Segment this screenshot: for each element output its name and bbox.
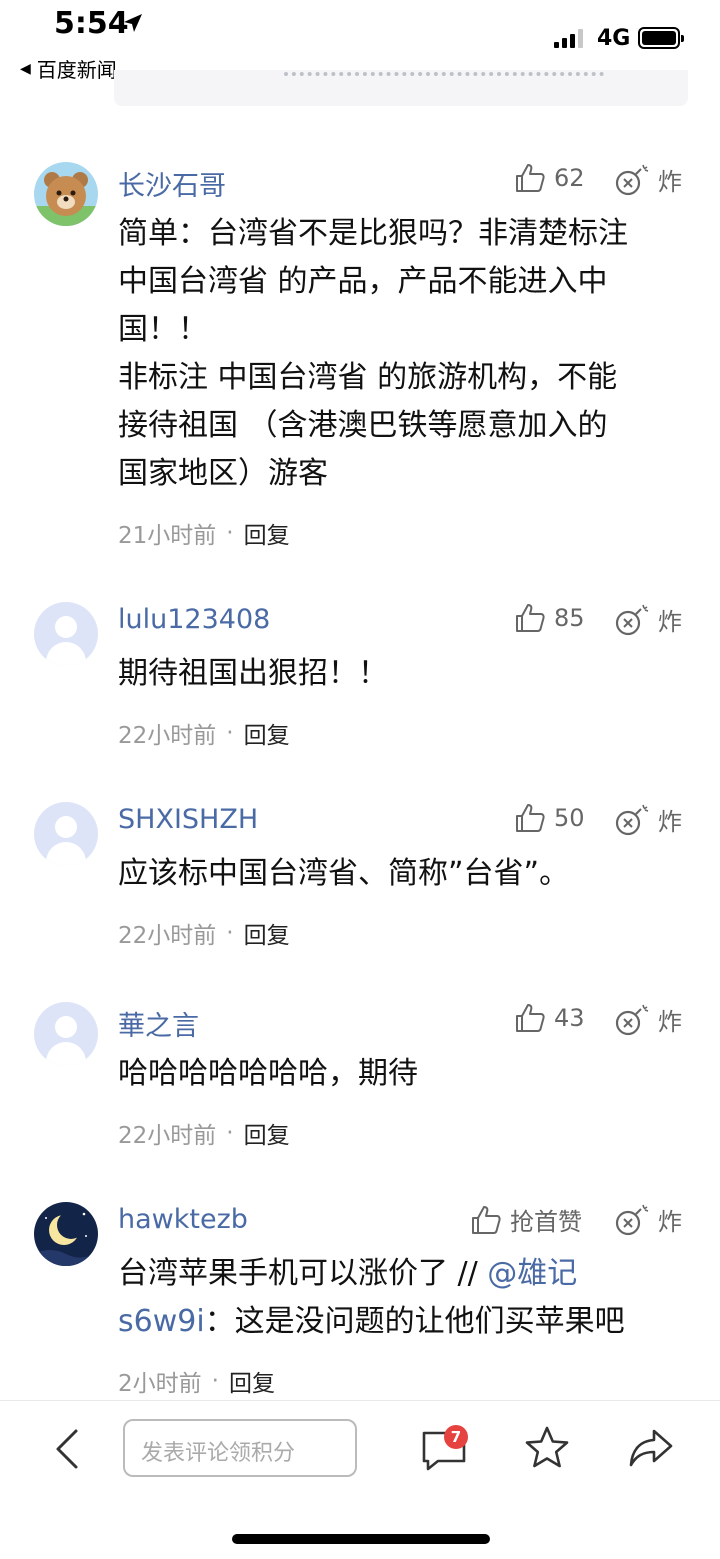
username[interactable]: 華之言 <box>118 1004 199 1043</box>
bomb-icon <box>615 1204 649 1235</box>
avatar[interactable] <box>34 1202 98 1266</box>
signal-icon <box>554 28 583 48</box>
comment-line: 非标注 中国台湾省 的旅游机构，不能 <box>118 360 618 395</box>
like-count: 62 <box>554 164 585 192</box>
back-triangle-icon: ◀ <box>20 60 31 77</box>
like-count: 50 <box>554 804 585 832</box>
thumbs-up-icon <box>516 804 545 832</box>
meta-separator: · <box>226 520 234 546</box>
back-arrow-icon[interactable] <box>48 1427 88 1471</box>
bomb-label: 炸 <box>658 808 682 836</box>
username[interactable]: lulu123408 <box>118 604 270 635</box>
comment-body: 简单：台湾省不是比狠吗？非清楚标注 中国台湾省 的产品，产品不能进入中 国！！ … <box>118 210 688 498</box>
comment-time: 22小时前 <box>118 1123 217 1149</box>
comment-meta: 21小时前 · 回复 <box>118 516 290 550</box>
meta-separator: · <box>211 1368 219 1394</box>
username[interactable]: SHXISHZH <box>118 804 258 835</box>
bomb-button[interactable]: 炸 <box>614 162 682 197</box>
like-button[interactable]: 抢首赞 <box>470 1202 582 1237</box>
battery-icon <box>638 27 684 49</box>
reply-link[interactable]: 回复 <box>244 516 290 550</box>
message-count-badge: 7 <box>444 1425 468 1449</box>
comment-text: ：这是没问题的让他们买苹果吧 <box>204 1304 625 1339</box>
bomb-button[interactable]: 炸 <box>614 1002 682 1037</box>
comment-body: 台湾苹果手机可以涨价了 // @雄记 s6w9i：这是没问题的让他们买苹果吧 <box>118 1250 688 1346</box>
username[interactable]: 长沙石哥 <box>118 164 226 203</box>
mention-link[interactable]: s6w9i <box>118 1304 205 1339</box>
comment-line: 简单：台湾省不是比狠吗？非清楚标注 <box>118 216 628 251</box>
bottom-toolbar: 发表评论领积分 7 <box>0 1400 720 1559</box>
status-time: 5:54 <box>54 6 129 41</box>
bomb-icon <box>615 1004 649 1035</box>
share-icon[interactable] <box>628 1425 674 1471</box>
bomb-icon <box>615 604 649 635</box>
comment-line: 国家地区）游客 <box>118 456 328 491</box>
comment-line: 中国台湾省 的产品，产品不能进入中 <box>118 264 608 299</box>
mention-link[interactable]: @雄记 <box>487 1256 577 1291</box>
comment-time: 22小时前 <box>118 723 217 749</box>
home-indicator[interactable] <box>232 1534 490 1544</box>
comment-body: 应该标中国台湾省、简称”台省”。 <box>118 856 570 891</box>
comment-body: 哈哈哈哈哈哈哈，期待 <box>118 1056 418 1091</box>
avatar[interactable] <box>34 602 98 666</box>
reply-link[interactable]: 回复 <box>229 1364 275 1398</box>
bomb-label: 炸 <box>658 1008 682 1036</box>
meta-separator: · <box>226 920 234 946</box>
network-type: 4G <box>597 26 631 51</box>
bomb-button[interactable]: 炸 <box>614 602 682 637</box>
comment-meta: 22小时前 · 回复 <box>118 1116 290 1150</box>
bomb-button[interactable]: 炸 <box>614 802 682 837</box>
back-to-app-link[interactable]: ◀ 百度新闻 <box>20 54 117 83</box>
comment-meta: 22小时前 · 回复 <box>118 716 290 750</box>
bomb-label: 炸 <box>658 1208 682 1236</box>
comment-line: 台湾苹果手机可以涨价了 // @雄记 <box>118 1250 688 1298</box>
comment-time: 2小时前 <box>118 1371 202 1397</box>
avatar[interactable] <box>34 162 98 226</box>
comment-line: s6w9i：这是没问题的让他们买苹果吧 <box>118 1298 688 1346</box>
bomb-label: 炸 <box>658 608 682 636</box>
like-button[interactable]: 50 <box>514 802 585 834</box>
meta-separator: · <box>226 1120 234 1146</box>
comment-meta: 2小时前 · 回复 <box>118 1364 275 1398</box>
bear-avatar-icon <box>34 162 98 226</box>
avatar[interactable] <box>34 802 98 866</box>
meta-separator: · <box>226 720 234 746</box>
reply-link[interactable]: 回复 <box>244 1116 290 1150</box>
first-like-label: 抢首赞 <box>510 1208 582 1236</box>
bomb-icon <box>615 804 649 835</box>
comment-line: 国！！ <box>118 312 208 347</box>
star-icon[interactable] <box>524 1425 570 1471</box>
reply-link[interactable]: 回复 <box>244 916 290 950</box>
back-app-label: 百度新闻 <box>36 58 117 82</box>
username[interactable]: hawktezb <box>118 1204 248 1235</box>
thumbs-up-icon <box>516 164 545 192</box>
comment-time: 22小时前 <box>118 923 217 949</box>
location-arrow-icon <box>124 14 142 32</box>
avatar[interactable] <box>34 1002 98 1066</box>
bomb-button[interactable]: 炸 <box>614 1202 682 1237</box>
previous-content-strip <box>114 70 688 106</box>
comment-meta: 22小时前 · 回复 <box>118 916 290 950</box>
comment-input[interactable]: 发表评论领积分 <box>123 1419 357 1477</box>
comment-time: 21小时前 <box>118 523 217 549</box>
comment-body: 期待祖国出狠招！！ <box>118 656 388 691</box>
moon-night-avatar-icon <box>34 1202 98 1266</box>
thumbs-up-icon <box>516 604 545 632</box>
like-count: 85 <box>554 604 585 632</box>
like-button[interactable]: 62 <box>514 162 585 194</box>
like-button[interactable]: 43 <box>514 1002 585 1034</box>
reply-link[interactable]: 回复 <box>244 716 290 750</box>
thumbs-up-icon <box>516 1004 545 1032</box>
thumbs-up-icon <box>472 1205 501 1234</box>
comment-text: 台湾苹果手机可以涨价了 // <box>118 1256 488 1291</box>
bomb-icon <box>615 164 649 195</box>
like-button[interactable]: 85 <box>514 602 585 634</box>
comment-line: 接待祖国 （含港澳巴铁等愿意加入的 <box>118 408 608 443</box>
bomb-label: 炸 <box>658 168 682 196</box>
like-count: 43 <box>554 1004 585 1032</box>
